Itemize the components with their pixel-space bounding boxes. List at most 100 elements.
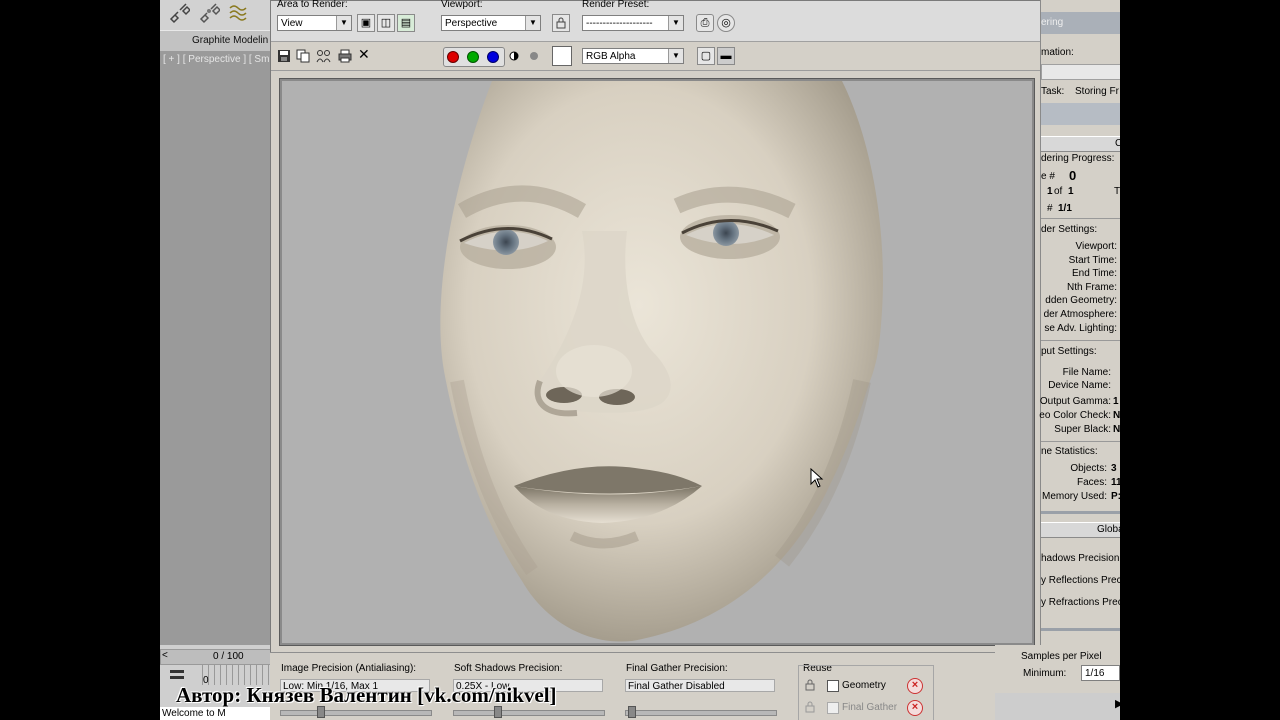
lock-icon[interactable] bbox=[803, 700, 817, 714]
scene-statistics-label: ne Statistics: bbox=[1041, 446, 1098, 457]
image-precision-slider[interactable] bbox=[280, 706, 432, 718]
global-rollout-header[interactable]: Globa bbox=[1041, 522, 1120, 538]
red-channel-icon[interactable] bbox=[447, 48, 459, 66]
setting-label: se Adv. Lighting: bbox=[1044, 323, 1117, 334]
panel-title-bar: ering bbox=[1041, 12, 1120, 34]
time-slider[interactable]: < 0 / 100 bbox=[160, 649, 274, 665]
animation-field[interactable] bbox=[1041, 64, 1120, 80]
link-icon[interactable] bbox=[168, 2, 190, 24]
setting-label: der Atmosphere: bbox=[1043, 309, 1117, 320]
max-app: Graphite Modelin [ + ] [ Perspective ] [… bbox=[160, 0, 1120, 720]
environment-icon[interactable]: ◎ bbox=[717, 14, 735, 32]
output-label: Device Name: bbox=[1048, 380, 1111, 391]
render-region-icon[interactable]: ▤ bbox=[397, 14, 415, 32]
soft-shadows-slider[interactable] bbox=[453, 706, 605, 718]
clear-final-gather-icon[interactable]: × bbox=[907, 700, 923, 716]
playback-controls: ▶ bbox=[995, 693, 1120, 720]
alpha-channel-icon[interactable] bbox=[509, 51, 519, 61]
display-channel-select[interactable]: RGB Alpha ▼ bbox=[582, 48, 684, 64]
soft-shadows-label: Soft Shadows Precision: bbox=[454, 663, 563, 674]
output-label: Super Black: bbox=[1054, 424, 1111, 435]
task-progress-bar bbox=[1041, 103, 1120, 125]
rendered-face bbox=[440, 81, 883, 642]
toggle-ui-overlay-icon[interactable]: ▢ bbox=[697, 47, 715, 65]
stat-label: Faces: bbox=[1076, 477, 1107, 488]
clear-geometry-icon[interactable]: × bbox=[907, 678, 923, 694]
output-value: 1 bbox=[1113, 396, 1119, 407]
final-gather-slider[interactable] bbox=[625, 706, 777, 718]
common-rollout-header[interactable]: C bbox=[1041, 136, 1120, 152]
area-to-render-value: View bbox=[281, 18, 303, 29]
toggle-ui-icon[interactable]: ▬ bbox=[717, 47, 735, 65]
output-settings-label: put Settings: bbox=[1041, 346, 1097, 357]
final-gather-value: Final Gather Disabled bbox=[625, 679, 775, 692]
viewport-label[interactable]: [ + ] [ Perspective ] [ Sm bbox=[163, 54, 269, 65]
monochrome-icon[interactable] bbox=[530, 52, 538, 60]
final-gather-checkbox[interactable] bbox=[827, 702, 839, 714]
geometry-checkbox[interactable] bbox=[827, 680, 839, 692]
track-ruler[interactable] bbox=[202, 665, 272, 685]
green-channel-icon[interactable] bbox=[467, 48, 479, 66]
setting-label: End Time: bbox=[1071, 268, 1117, 279]
render-preset-select[interactable]: -------------------- ▼ bbox=[582, 15, 684, 31]
mouse-cursor-icon bbox=[810, 468, 824, 488]
render-preset-value: -------------------- bbox=[586, 18, 653, 29]
final-gather-label: Final Gather Precision: bbox=[626, 663, 728, 674]
render-preset-label: Render Preset: bbox=[582, 0, 650, 10]
render-settings-label: der Settings: bbox=[1041, 224, 1098, 235]
lock-icon[interactable] bbox=[803, 678, 817, 692]
output-value: N bbox=[1113, 424, 1120, 435]
auto-region-icon[interactable]: ◫ bbox=[377, 14, 395, 32]
edit-region-icon[interactable]: ▣ bbox=[357, 14, 375, 32]
rendered-image[interactable] bbox=[282, 81, 1032, 643]
viewport-area[interactable] bbox=[160, 51, 272, 645]
frame-value: 0 bbox=[1069, 168, 1077, 183]
precision-item: y Refractions Prec bbox=[1041, 597, 1120, 608]
task-value: Storing Fr bbox=[1075, 86, 1119, 97]
color-swatch[interactable] bbox=[552, 46, 572, 66]
render-setup-icon[interactable]: ⎙ bbox=[696, 14, 714, 32]
time-slider-left-arrow[interactable]: < bbox=[162, 650, 168, 661]
rendering-progress-panel: ering mation: Task: Storing Fr C dering … bbox=[1039, 0, 1120, 650]
viewport-select[interactable]: Perspective ▼ bbox=[441, 15, 541, 31]
stat-label: Memory Used: bbox=[1041, 491, 1107, 502]
time-counter: 0 / 100 bbox=[213, 651, 244, 662]
stat-label: Objects: bbox=[1070, 463, 1107, 474]
graphite-ribbon[interactable]: Graphite Modelin bbox=[160, 30, 272, 52]
save-image-icon[interactable] bbox=[277, 49, 291, 63]
render-canvas-frame bbox=[279, 78, 1035, 646]
bind-spacewarp-icon[interactable] bbox=[228, 2, 250, 24]
unlink-icon[interactable] bbox=[198, 2, 220, 24]
rendering-progress-label: dering Progress: bbox=[1041, 153, 1115, 164]
final-gather-reuse-label: Final Gather bbox=[842, 702, 898, 713]
clear-icon[interactable]: ✕ bbox=[358, 46, 370, 63]
play-icon[interactable]: ▶ bbox=[1115, 697, 1120, 710]
panel-title: ering bbox=[1041, 17, 1064, 28]
clone-window-icon[interactable] bbox=[316, 49, 332, 63]
reuse-group: Geometry × Final Gather × bbox=[798, 665, 934, 720]
total-fragment: T bbox=[1114, 186, 1120, 197]
chevron-down-icon: ▼ bbox=[336, 16, 351, 30]
track-bar-icon[interactable] bbox=[168, 667, 186, 683]
area-to-render-select[interactable]: View ▼ bbox=[277, 15, 352, 31]
channel-toggles bbox=[443, 47, 505, 67]
frame-count-b: 1 bbox=[1068, 186, 1074, 197]
graphite-ribbon-label: Graphite Modelin bbox=[192, 35, 269, 46]
blue-channel-icon[interactable] bbox=[487, 48, 499, 66]
sampling-panel: Samples per Pixel Minimum: 1/16 ▶ bbox=[995, 645, 1120, 720]
output-label: File Name: bbox=[1062, 367, 1111, 378]
samples-per-pixel-label: Samples per Pixel bbox=[1021, 651, 1102, 662]
lock-icon[interactable] bbox=[552, 14, 570, 32]
image-toolbar: ✕ RGB Alpha ▼ ▢ ▬ bbox=[271, 42, 1043, 71]
chevron-down-icon: ▼ bbox=[525, 16, 540, 30]
stat-value: P: bbox=[1111, 491, 1120, 502]
chevron-down-icon: ▼ bbox=[668, 16, 683, 30]
print-icon[interactable] bbox=[337, 49, 353, 63]
copy-image-icon[interactable] bbox=[296, 49, 310, 63]
stat-value: 3 bbox=[1111, 463, 1117, 474]
author-watermark: Автор: Князев Валентин [vk.com/nikvel] bbox=[176, 683, 557, 707]
task-label: Task: bbox=[1041, 86, 1065, 97]
maxscript-listener[interactable]: Welcome to M bbox=[160, 707, 272, 720]
setting-label: Viewport: bbox=[1075, 241, 1117, 252]
minimum-select[interactable]: 1/16 bbox=[1081, 665, 1120, 681]
